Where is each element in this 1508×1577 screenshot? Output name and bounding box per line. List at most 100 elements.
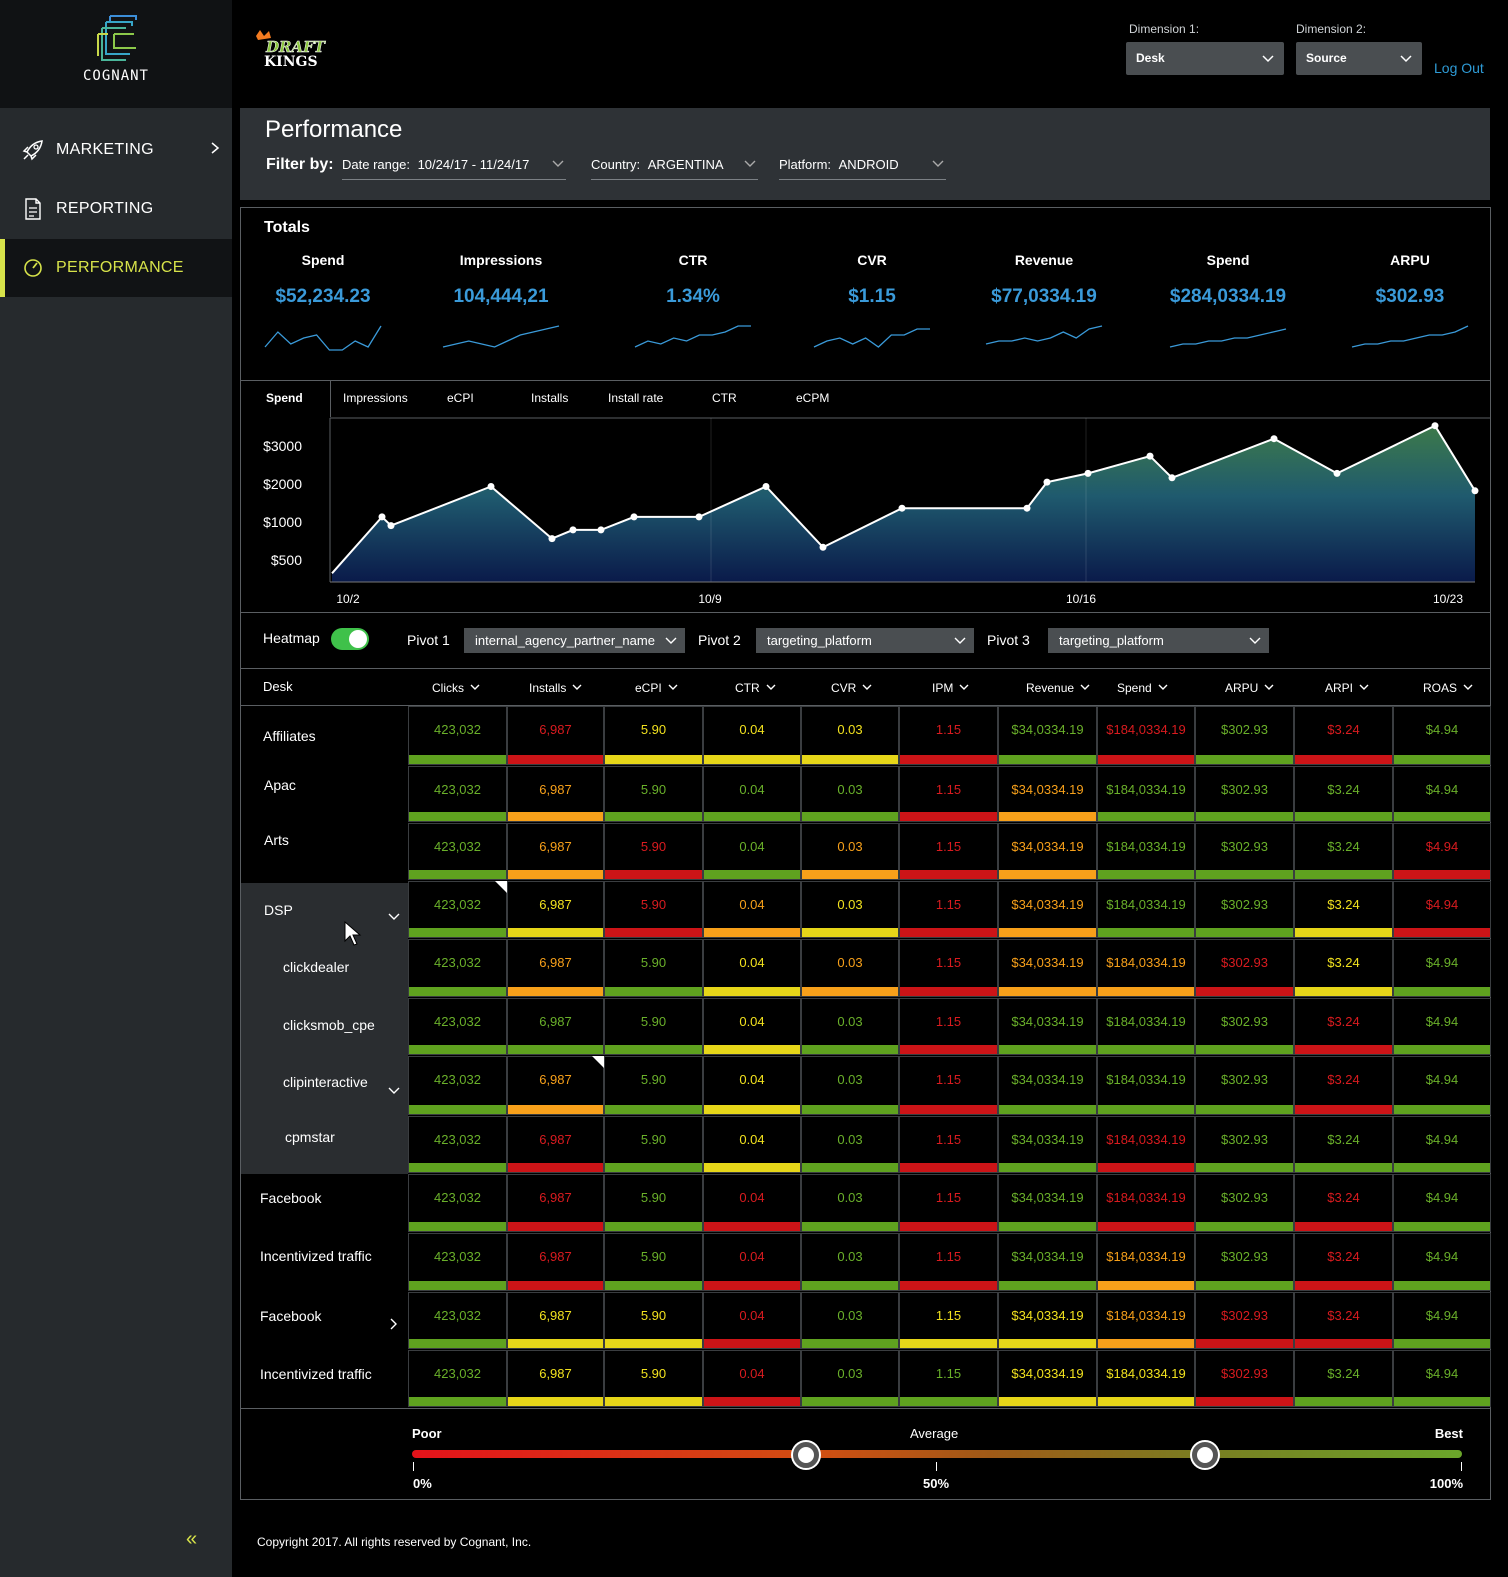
country-filter[interactable]: Country: ARGENTINA bbox=[591, 154, 758, 180]
heatmap-cell[interactable]: $3.24 bbox=[1294, 998, 1393, 1055]
heatmap-cell[interactable]: 0.04 bbox=[703, 1350, 801, 1407]
heatmap-cell[interactable]: 1.15 bbox=[899, 823, 998, 880]
row-label[interactable]: Incentivized traffic bbox=[260, 1248, 372, 1264]
heatmap-cell[interactable]: $3.24 bbox=[1294, 1292, 1393, 1349]
heatmap-cell[interactable]: $302.93 bbox=[1195, 706, 1294, 765]
pivot2-select[interactable]: targeting_platform bbox=[756, 628, 974, 653]
heatmap-cell[interactable]: 5.90 bbox=[604, 1233, 703, 1291]
heatmap-cell[interactable]: 6,987 bbox=[507, 823, 604, 880]
heatmap-cell[interactable]: $3.24 bbox=[1294, 1233, 1393, 1291]
chart-tab-spend[interactable]: Spend bbox=[266, 380, 303, 417]
heatmap-cell[interactable]: $3.24 bbox=[1294, 766, 1393, 822]
heatmap-cell[interactable]: $302.93 bbox=[1195, 881, 1294, 938]
heatmap-cell[interactable]: 5.90 bbox=[604, 1116, 703, 1173]
heatmap-cell[interactable]: $34,0334.19 bbox=[998, 1292, 1097, 1349]
column-header-roas[interactable]: ROAS bbox=[1423, 681, 1473, 695]
heatmap-cell[interactable]: $302.93 bbox=[1195, 939, 1294, 997]
chart-tab-install-rate[interactable]: Install rate bbox=[608, 380, 663, 417]
heatmap-cell[interactable]: $3.24 bbox=[1294, 1056, 1393, 1115]
heatmap-cell[interactable]: 5.90 bbox=[604, 1350, 703, 1407]
heatmap-cell[interactable]: 6,987 bbox=[507, 939, 604, 997]
heatmap-cell[interactable]: $184,0334.19 bbox=[1097, 998, 1195, 1055]
heatmap-cell[interactable]: 1.15 bbox=[899, 998, 998, 1055]
heatmap-cell[interactable]: 423,032 bbox=[408, 1116, 507, 1173]
heatmap-cell[interactable]: $3.24 bbox=[1294, 823, 1393, 880]
heatmap-cell[interactable]: $184,0334.19 bbox=[1097, 939, 1195, 997]
heatmap-cell[interactable]: 0.03 bbox=[801, 1174, 899, 1232]
heatmap-cell[interactable]: 423,032 bbox=[408, 1233, 507, 1291]
heatmap-cell[interactable]: $4.94 bbox=[1393, 823, 1491, 880]
heatmap-cell[interactable]: $4.94 bbox=[1393, 1292, 1491, 1349]
heatmap-cell[interactable]: $34,0334.19 bbox=[998, 1233, 1097, 1291]
heatmap-cell[interactable]: $3.24 bbox=[1294, 939, 1393, 997]
heatmap-cell[interactable]: 423,032 bbox=[408, 1174, 507, 1232]
heatmap-cell[interactable]: $184,0334.19 bbox=[1097, 706, 1195, 765]
heatmap-cell[interactable]: $4.94 bbox=[1393, 1116, 1491, 1173]
heatmap-cell[interactable]: $34,0334.19 bbox=[998, 1174, 1097, 1232]
date-range-filter[interactable]: Date range: 10/24/17 - 11/24/17 bbox=[342, 154, 566, 180]
heatmap-cell[interactable]: 6,987 bbox=[507, 1233, 604, 1291]
heatmap-cell[interactable]: $34,0334.19 bbox=[998, 706, 1097, 765]
heatmap-cell[interactable]: 5.90 bbox=[604, 1174, 703, 1232]
heatmap-cell[interactable]: 0.03 bbox=[801, 1292, 899, 1349]
heatmap-cell[interactable]: $4.94 bbox=[1393, 1174, 1491, 1232]
chevron-right-icon[interactable] bbox=[388, 1318, 400, 1330]
heatmap-cell[interactable]: 0.04 bbox=[703, 766, 801, 822]
chevron-down-icon[interactable] bbox=[388, 1085, 400, 1097]
heatmap-cell[interactable]: 423,032 bbox=[408, 1350, 507, 1407]
heatmap-cell[interactable]: 423,032 bbox=[408, 939, 507, 997]
chart-tab-ecpi[interactable]: eCPI bbox=[447, 380, 474, 417]
heatmap-cell[interactable]: $302.93 bbox=[1195, 823, 1294, 880]
heatmap-cell[interactable]: $4.94 bbox=[1393, 998, 1491, 1055]
heatmap-cell[interactable]: 6,987 bbox=[507, 1350, 604, 1407]
pivot1-select[interactable]: internal_agency_partner_name bbox=[464, 628, 685, 653]
heatmap-cell[interactable]: 0.04 bbox=[703, 881, 801, 938]
heatmap-cell[interactable]: 1.15 bbox=[899, 1233, 998, 1291]
heatmap-cell[interactable]: $302.93 bbox=[1195, 1350, 1294, 1407]
column-header-ipm[interactable]: IPM bbox=[932, 681, 969, 695]
heatmap-cell[interactable]: $4.94 bbox=[1393, 1350, 1491, 1407]
heatmap-cell[interactable]: $184,0334.19 bbox=[1097, 1174, 1195, 1232]
heatmap-cell[interactable]: 5.90 bbox=[604, 766, 703, 822]
logout-link[interactable]: Log Out bbox=[1434, 60, 1484, 76]
heatmap-cell[interactable]: 0.03 bbox=[801, 939, 899, 997]
heatmap-cell[interactable]: 423,032 bbox=[408, 823, 507, 880]
row-label[interactable]: clipinteractive bbox=[283, 1074, 368, 1090]
heatmap-cell[interactable]: $302.93 bbox=[1195, 998, 1294, 1055]
heatmap-cell[interactable]: 0.04 bbox=[703, 998, 801, 1055]
heatmap-cell[interactable]: 1.15 bbox=[899, 881, 998, 938]
heatmap-cell[interactable]: $184,0334.19 bbox=[1097, 766, 1195, 822]
row-label[interactable]: Apac bbox=[264, 777, 296, 793]
dimension2-select[interactable]: Source bbox=[1296, 42, 1422, 75]
sidebar-item-reporting[interactable]: REPORTING bbox=[0, 180, 232, 238]
heatmap-cell[interactable]: 0.03 bbox=[801, 706, 899, 765]
row-label[interactable]: clickdealer bbox=[283, 959, 349, 975]
heatmap-cell[interactable]: $3.24 bbox=[1294, 1174, 1393, 1232]
heatmap-cell[interactable]: 6,987 bbox=[507, 1292, 604, 1349]
legend-handle-low[interactable] bbox=[792, 1442, 819, 1468]
column-header-ctr[interactable]: CTR bbox=[735, 681, 776, 695]
heatmap-cell[interactable]: 6,987 bbox=[507, 881, 604, 938]
sidebar-item-performance[interactable]: PERFORMANCE bbox=[0, 239, 232, 297]
heatmap-cell[interactable]: 0.03 bbox=[801, 1350, 899, 1407]
row-label[interactable]: Arts bbox=[264, 832, 289, 848]
heatmap-cell[interactable]: 0.04 bbox=[703, 1233, 801, 1291]
heatmap-cell[interactable]: $4.94 bbox=[1393, 766, 1491, 822]
heatmap-cell[interactable]: 5.90 bbox=[604, 706, 703, 765]
heatmap-cell[interactable]: $184,0334.19 bbox=[1097, 1233, 1195, 1291]
heatmap-cell[interactable]: $34,0334.19 bbox=[998, 881, 1097, 938]
heatmap-cell[interactable]: 1.15 bbox=[899, 939, 998, 997]
heatmap-cell[interactable]: 1.15 bbox=[899, 1174, 998, 1232]
heatmap-cell[interactable]: $34,0334.19 bbox=[998, 1056, 1097, 1115]
heatmap-cell[interactable]: 5.90 bbox=[604, 939, 703, 997]
heatmap-cell[interactable]: 0.04 bbox=[703, 1056, 801, 1115]
chevron-down-icon[interactable] bbox=[388, 911, 400, 923]
heatmap-cell[interactable]: $184,0334.19 bbox=[1097, 1350, 1195, 1407]
row-label[interactable]: DSP bbox=[264, 902, 293, 918]
heatmap-cell[interactable]: $34,0334.19 bbox=[998, 1350, 1097, 1407]
heatmap-cell[interactable]: 1.15 bbox=[899, 706, 998, 765]
column-header-spend[interactable]: Spend bbox=[1117, 681, 1168, 695]
heatmap-cell[interactable]: 6,987 bbox=[507, 1056, 604, 1115]
heatmap-cell[interactable]: $302.93 bbox=[1195, 1292, 1294, 1349]
heatmap-cell[interactable]: 6,987 bbox=[507, 766, 604, 822]
